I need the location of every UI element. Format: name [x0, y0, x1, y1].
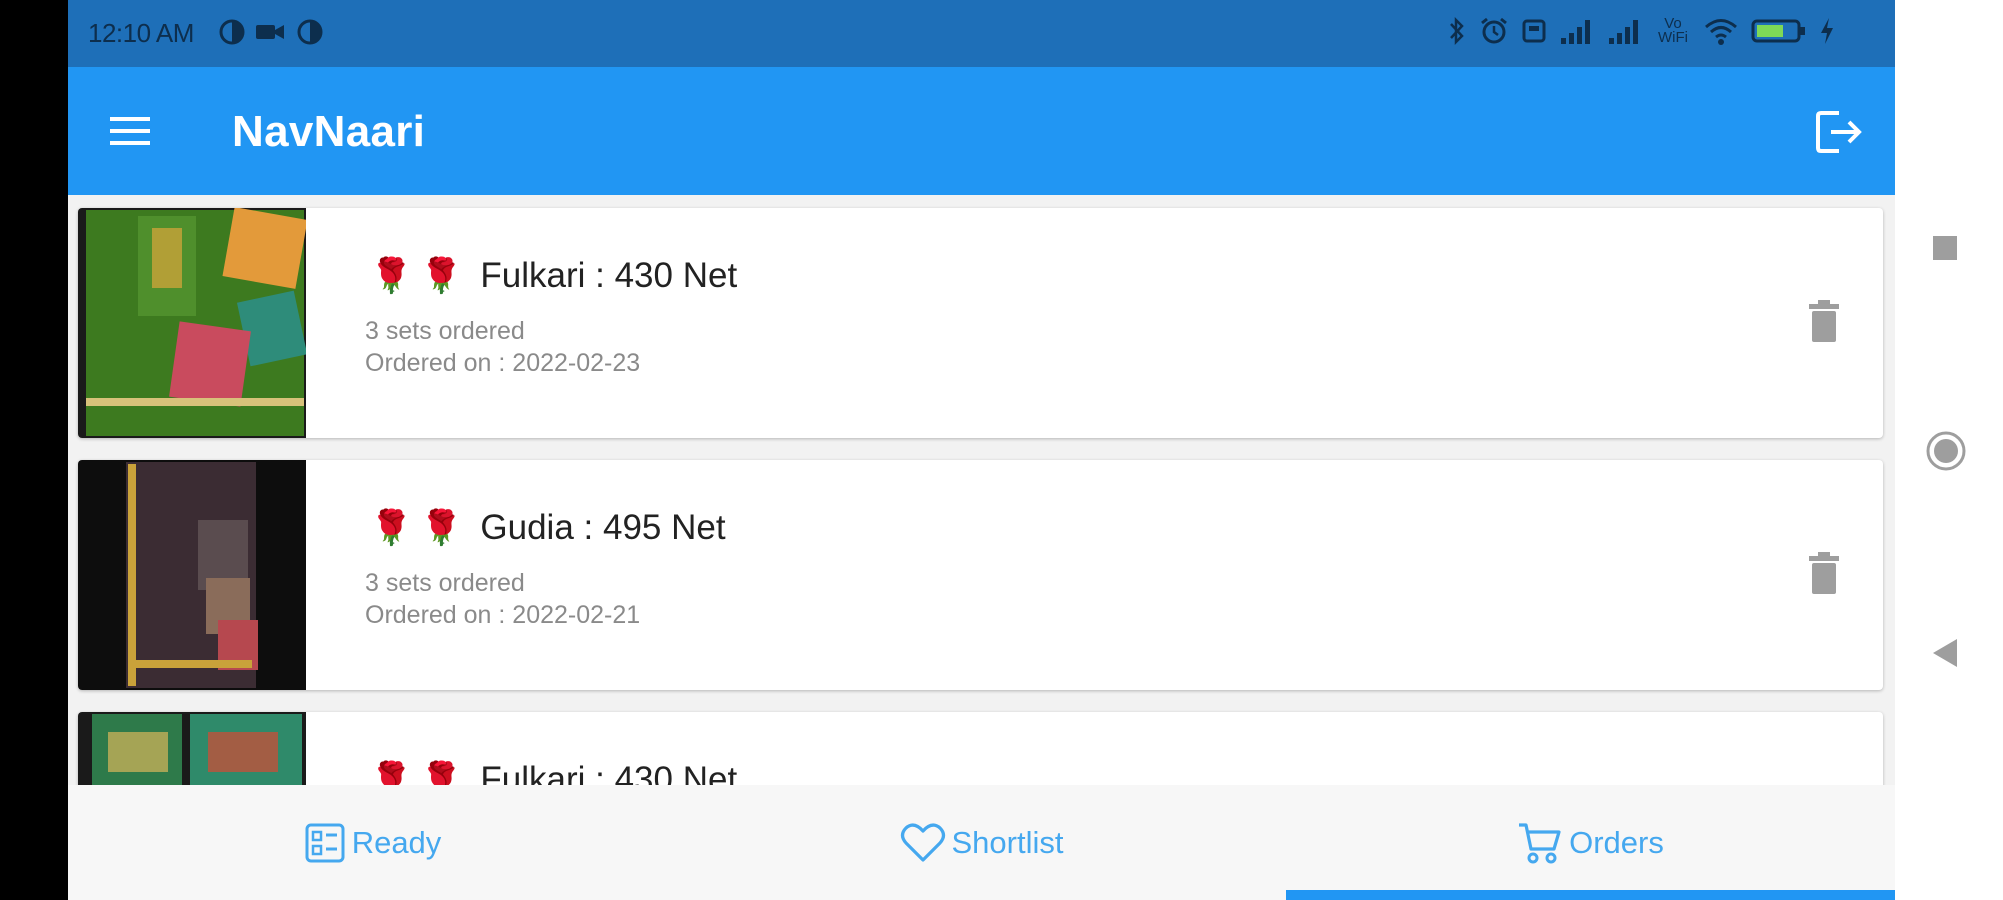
nav-ready[interactable]: Ready	[68, 785, 677, 900]
order-title: 🌹🌹 Fulkari : 430 Net	[370, 760, 737, 785]
order-title-text: Gudia : 495 Net	[480, 508, 726, 547]
nav-shortlist[interactable]: Shortlist	[677, 785, 1286, 900]
bottom-navigation: Ready Shortlist Orders	[68, 785, 1895, 900]
nav-orders[interactable]: Orders	[1286, 785, 1895, 900]
product-thumbnail[interactable]	[78, 712, 306, 785]
nav-orders-label: Orders	[1569, 824, 1664, 860]
charging-icon	[1821, 18, 1833, 44]
order-sets: 3 sets ordered	[365, 317, 525, 345]
delete-trash-icon[interactable]	[1807, 300, 1841, 344]
vowifi-icon: Vo WiFi	[1658, 15, 1688, 46]
order-card[interactable]: 🌹🌹 Fulkari : 430 Net 3 sets ordered Orde…	[78, 208, 1883, 438]
status-bar: 12:10 AM Vo WiFi	[68, 0, 1895, 67]
status-time: 12:10 AM	[88, 18, 194, 48]
square-recents-icon[interactable]	[1931, 234, 1959, 262]
order-card[interactable]: 🌹🌹 Fulkari : 430 Net	[78, 712, 1883, 785]
triangle-back-icon[interactable]	[1931, 637, 1961, 669]
order-title-text: Fulkari : 430 Net	[480, 256, 738, 295]
order-title: 🌹🌹 Fulkari : 430 Net	[370, 256, 737, 296]
circle-home-icon[interactable]	[1925, 430, 1967, 472]
rose-emoji: 🌹🌹	[370, 257, 471, 295]
order-date: Ordered on : 2022-02-21	[365, 601, 641, 629]
order-date: Ordered on : 2022-02-23	[365, 349, 641, 377]
order-title-text: Fulkari : 430 Net	[480, 760, 738, 785]
product-thumbnail[interactable]	[78, 460, 306, 690]
cart-icon	[1519, 822, 1561, 863]
sim-icon	[1522, 19, 1546, 43]
active-tab-indicator	[1286, 890, 1895, 900]
nav-shortlist-label: Shortlist	[951, 824, 1064, 860]
signal-icon	[1609, 20, 1638, 44]
wifi-icon	[1705, 19, 1737, 45]
app-title: NavNaari	[232, 107, 426, 156]
app-bar: NavNaari	[68, 67, 1895, 195]
rose-emoji: 🌹🌹	[370, 761, 471, 785]
battery-icon	[1751, 19, 1805, 43]
data-saver-icon	[297, 19, 323, 45]
bluetooth-icon	[1450, 16, 1464, 46]
order-card[interactable]: 🌹🌹 Gudia : 495 Net 3 sets ordered Ordere…	[78, 460, 1883, 690]
order-details: 3 sets ordered Ordered on : 2022-02-21	[365, 567, 640, 631]
order-sets: 3 sets ordered	[365, 569, 525, 597]
rose-emoji: 🌹🌹	[370, 509, 471, 547]
menu-icon[interactable]	[108, 111, 152, 151]
data-saver-icon	[219, 19, 245, 45]
order-title: 🌹🌹 Gudia : 495 Net	[370, 508, 726, 548]
grid-list-icon	[305, 823, 345, 862]
logout-icon[interactable]	[1815, 109, 1863, 155]
video-camera-icon	[256, 25, 284, 39]
order-details: 3 sets ordered Ordered on : 2022-02-23	[365, 315, 640, 379]
phone-screen: 12:10 AM Vo WiFi NavNaari 🌹🌹 Fulkari: 4…	[68, 0, 1895, 900]
product-thumbnail[interactable]	[78, 208, 306, 438]
signal-icon	[1561, 20, 1590, 44]
alarm-icon	[1481, 17, 1507, 44]
delete-trash-icon[interactable]	[1807, 552, 1841, 596]
heart-icon	[900, 823, 945, 862]
nav-ready-label: Ready	[351, 824, 442, 860]
orders-list[interactable]: 🌹🌹 Fulkari : 430 Net 3 sets ordered Orde…	[68, 195, 1895, 785]
status-icons-right: Vo WiFi	[1447, 16, 1835, 46]
system-navigation	[1895, 0, 2003, 900]
